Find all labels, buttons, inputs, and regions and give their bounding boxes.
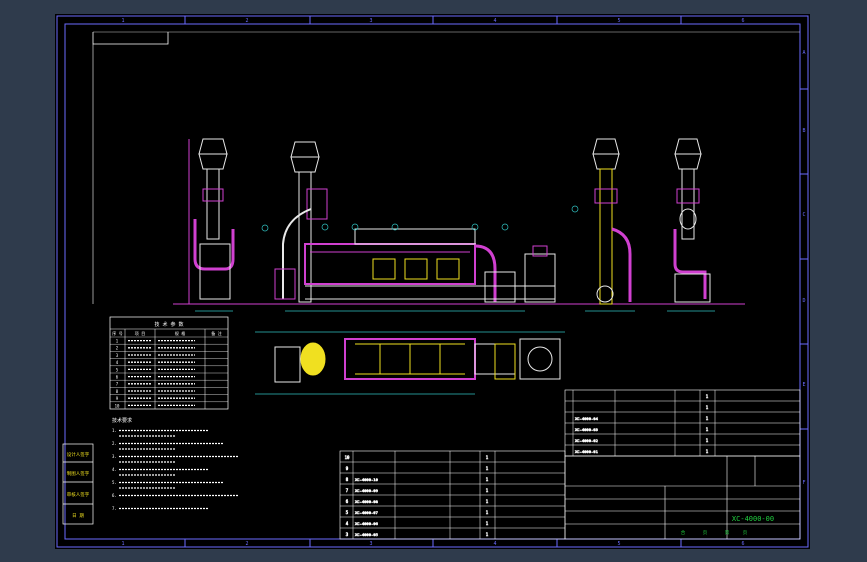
elevation-view xyxy=(173,138,745,312)
title-block-sheet-label: 合 xyxy=(681,529,686,536)
bom-lower-item: 3 xyxy=(346,532,349,537)
tech-table-header: 规 格 xyxy=(175,330,185,336)
bom-lower-qty: 1 xyxy=(486,499,489,504)
bom-lower-qty: 1 xyxy=(486,510,489,515)
tech-table-row-number: 7 xyxy=(116,382,119,387)
zone-label-top: 2 xyxy=(245,18,248,24)
exhaust-stack-4 xyxy=(673,138,711,303)
technical-notes: 技术要求 1. 2. 3. 4. 5. 6. 7. xyxy=(112,417,239,511)
zone-label-top: 4 xyxy=(493,18,496,24)
cad-drawing: 1 1 2 2 3 3 4 4 5 5 6 6 A B C D E F 技 术 参 数 序 号 项 目 规 格 … xyxy=(56,15,809,548)
note-number: 3. xyxy=(112,454,117,459)
sig-label-designer: 设计人签字 xyxy=(67,451,90,458)
zone-label-bottom: 1 xyxy=(121,541,124,547)
bom-lower-item: 7 xyxy=(346,488,349,493)
title-block-sheet-label: 页 xyxy=(703,530,708,536)
zone-label-side: D xyxy=(802,298,805,304)
bom-lower-item: 6 xyxy=(346,499,349,504)
bom-lower-code: XC-4000-08 xyxy=(355,499,379,504)
tech-parameter-table: 技 术 参 数 序 号 项 目 规 格 备 注 1 2 3 4 5 6 7 8 9 10 xyxy=(109,316,229,410)
tech-table-row-number: 1 xyxy=(116,339,119,344)
tech-table-title: 技 术 参 数 xyxy=(154,321,183,328)
bom-upper-code: XC-4000-03 xyxy=(575,427,598,432)
bom-lower-qty: 1 xyxy=(486,455,489,460)
drawing-number: XC-4000-00 xyxy=(732,515,774,523)
zone-label-bottom: 3 xyxy=(369,541,372,547)
bom-lower-item: 4 xyxy=(346,521,349,526)
title-block-sheet-label: 页 xyxy=(743,530,748,536)
bom-upper-qty: 1 xyxy=(706,416,709,421)
drawing-sheet: 1 1 2 2 3 3 4 4 5 5 6 6 A B C D E F 技 术 参 数 序 号 项 目 规 格 … xyxy=(55,14,810,549)
zone-label-top: 1 xyxy=(121,18,124,24)
zone-labels-side: A B C D E F xyxy=(802,50,805,486)
zone-label-side: F xyxy=(802,480,805,486)
zone-label-top: 3 xyxy=(369,18,372,24)
bom-lower-qty: 1 xyxy=(486,477,489,482)
zone-label-top: 6 xyxy=(741,18,744,24)
bom-lower-item: 5 xyxy=(346,510,349,515)
bom-lower-qty: 1 xyxy=(486,466,489,471)
note-number: 5. xyxy=(112,480,117,485)
bom-upper-qty: 1 xyxy=(706,405,709,410)
note-number: 7. xyxy=(112,506,117,511)
tech-table-row-number: 9 xyxy=(116,396,119,401)
note-number: 6. xyxy=(112,493,117,498)
zone-label-bottom: 2 xyxy=(245,541,248,547)
tech-table-row-number: 5 xyxy=(116,367,119,372)
tech-table-header: 项 目 xyxy=(135,330,145,336)
bom-lower-code: XC-4000-10 xyxy=(355,477,379,482)
left-signature-column: 设计人签字 制图人签字 审核人签字 日 期 xyxy=(62,443,94,525)
bom-upper-code: XC-4000-04 xyxy=(575,416,599,421)
tech-table-row-number: 3 xyxy=(116,353,119,358)
zone-label-side: A xyxy=(802,50,805,56)
sig-label-reviewer: 审核人签字 xyxy=(67,491,90,498)
zone-label-side: E xyxy=(802,382,805,388)
bom-upper-qty: 1 xyxy=(706,449,709,454)
sig-label-drafter: 制图人签字 xyxy=(67,470,90,477)
bom-lower-item: 8 xyxy=(346,477,349,482)
outer-border xyxy=(56,15,809,548)
zone-label-bottom: 4 xyxy=(493,541,496,547)
exhaust-stack-3 xyxy=(592,138,632,305)
bom-lower-code: XC-4000-05 xyxy=(355,532,378,537)
bom-upper-qty: 1 xyxy=(706,438,709,443)
bom-lower-qty: 1 xyxy=(486,521,489,526)
bom-lower-code: XC-4000-09 xyxy=(355,488,379,493)
plan-view xyxy=(255,331,565,395)
sig-label-date: 日 期 xyxy=(72,513,84,519)
bom-lower-code: XC-4000-06 xyxy=(355,521,379,526)
zone-label-side: B xyxy=(802,128,805,134)
bom-lower-code: XC-4000-07 xyxy=(355,510,378,515)
zone-label-bottom: 5 xyxy=(617,541,620,547)
bom-upper-qty: 1 xyxy=(706,427,709,432)
note-number: 2. xyxy=(112,441,117,446)
zone-label-top: 5 xyxy=(617,18,620,24)
title-block-sheet-label: 第 xyxy=(725,529,730,536)
zone-labels-top: 1 1 2 2 3 3 4 4 5 5 6 6 xyxy=(121,18,744,547)
bom-lower-item: 9 xyxy=(346,466,349,471)
tech-table-header: 备 注 xyxy=(211,330,221,336)
tech-table-header: 序 号 xyxy=(112,330,122,336)
zone-label-bottom: 6 xyxy=(741,541,744,547)
notes-title: 技术要求 xyxy=(112,417,132,424)
exhaust-stack-2 xyxy=(274,141,328,303)
tech-table-row-number: 4 xyxy=(116,360,119,365)
tech-table-row-number: 8 xyxy=(116,389,119,394)
exhaust-stack-1 xyxy=(188,138,235,304)
tech-table-row-number: 2 xyxy=(116,346,119,351)
tech-table-row-number: 6 xyxy=(116,375,119,380)
note-number: 1. xyxy=(112,428,117,433)
bom-lower-item: 10 xyxy=(345,455,350,460)
bom-upper-qty: 1 xyxy=(706,394,709,399)
tech-table-row-number: 10 xyxy=(115,403,120,408)
main-equipment xyxy=(304,228,556,303)
note-number: 4. xyxy=(112,467,117,472)
bom-upper-code: XC-4000-01 xyxy=(575,449,599,454)
zone-label-side: C xyxy=(802,212,805,218)
bom-lower-qty: 1 xyxy=(486,488,489,493)
bom-lower-qty: 1 xyxy=(486,532,489,537)
bom-upper-code: XC-4000-02 xyxy=(575,438,598,443)
revision-box xyxy=(92,32,169,45)
